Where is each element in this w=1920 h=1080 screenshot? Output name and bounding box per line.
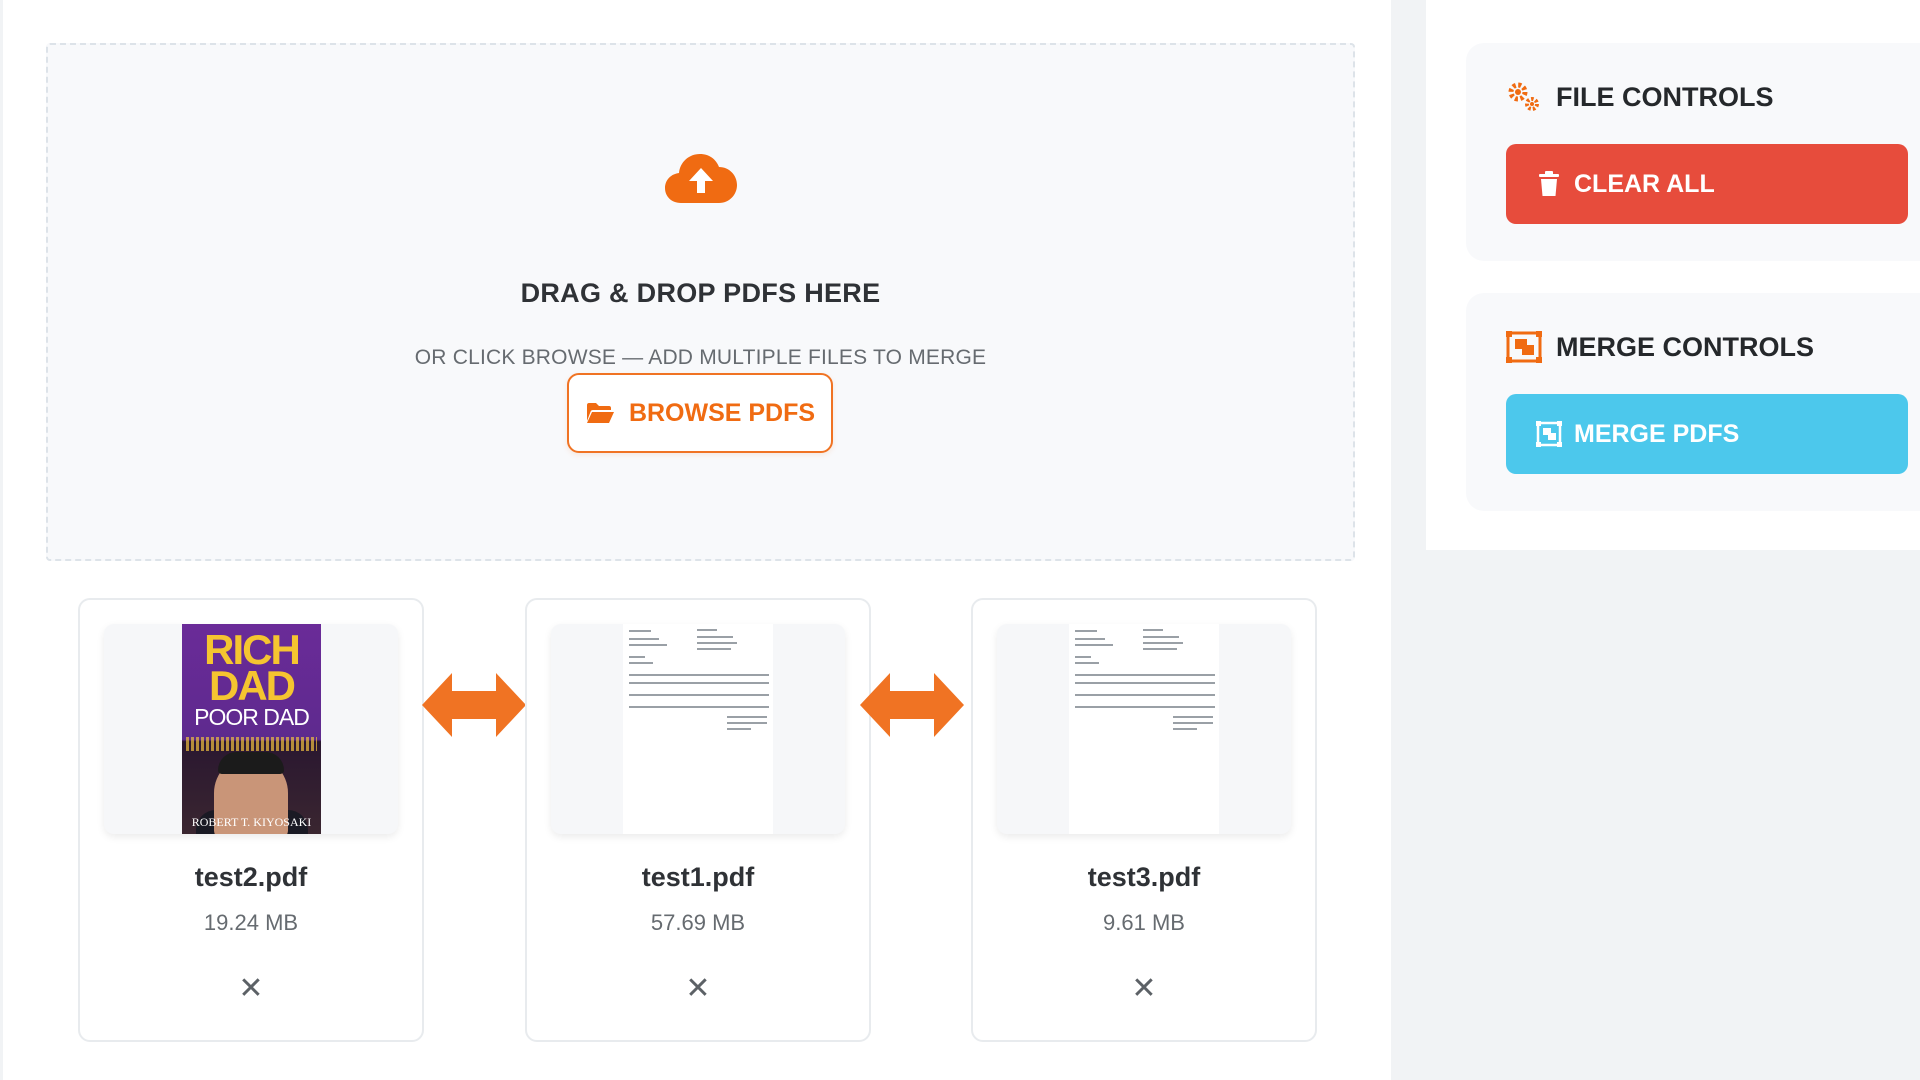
- merge-controls-card: MERGE CONTROLS MERGE PDFS: [1466, 293, 1920, 511]
- file-thumbnail: RICH DAD POOR DAD ROBERT T. KIYOSAKI: [104, 624, 398, 834]
- clear-all-label: CLEAR ALL: [1574, 169, 1715, 198]
- dropzone-title: DRAG & DROP PDFS HERE: [520, 278, 881, 308]
- swap-arrow-icon[interactable]: [860, 673, 964, 737]
- remove-file-button[interactable]: ✕: [678, 968, 718, 1008]
- dropzone[interactable]: DRAG & DROP PDFS HERE OR CLICK BROWSE — …: [46, 43, 1355, 561]
- cogs-icon: [1508, 82, 1539, 111]
- file-size: 19.24 MB: [203, 910, 299, 935]
- document-page-preview: [623, 624, 773, 834]
- cloud-upload-icon: [665, 154, 737, 203]
- file-thumbnail: [997, 624, 1291, 834]
- main-panel: DRAG & DROP PDFS HERE OR CLICK BROWSE — …: [3, 0, 1391, 1080]
- book-cover-image: RICH DAD POOR DAD ROBERT T. KIYOSAKI: [182, 624, 321, 834]
- object-group-icon: [1536, 421, 1562, 447]
- merge-pdfs-button[interactable]: MERGE PDFS: [1506, 394, 1908, 474]
- file-name: test3.pdf: [1087, 862, 1201, 892]
- file-thumbnail: [551, 624, 845, 834]
- cover-title: DAD: [209, 662, 296, 709]
- file-name: test1.pdf: [641, 862, 755, 892]
- trash-icon: [1539, 171, 1559, 196]
- file-controls-title: FILE CONTROLS: [1506, 81, 1774, 113]
- remove-file-button[interactable]: ✕: [231, 968, 271, 1008]
- file-size: 57.69 MB: [650, 910, 746, 935]
- merge-controls-label: MERGE CONTROLS: [1556, 331, 1815, 362]
- file-card[interactable]: RICH DAD POOR DAD ROBERT T. KIYOSAKI test…: [78, 598, 424, 1042]
- cover-subtitle: POOR DAD: [194, 704, 310, 730]
- file-card[interactable]: test3.pdf 9.61 MB ✕: [971, 598, 1317, 1042]
- file-name: test2.pdf: [194, 862, 308, 892]
- file-controls-card: FILE CONTROLS CLEAR ALL: [1466, 43, 1920, 261]
- object-group-icon: [1506, 331, 1542, 363]
- file-size: 9.61 MB: [1103, 910, 1185, 935]
- cover-author: ROBERT T. KIYOSAKI: [191, 815, 312, 829]
- folder-open-icon: [586, 403, 614, 423]
- file-card[interactable]: test1.pdf 57.69 MB ✕: [525, 598, 871, 1042]
- merge-pdfs-label: MERGE PDFS: [1574, 419, 1740, 448]
- side-panel: FILE CONTROLS CLEAR ALL MERGE CONTROLS M…: [1426, 0, 1920, 550]
- file-controls-label: FILE CONTROLS: [1556, 81, 1774, 112]
- clear-all-button[interactable]: CLEAR ALL: [1506, 144, 1908, 224]
- remove-file-button[interactable]: ✕: [1124, 968, 1164, 1008]
- browse-pdfs-button[interactable]: BROWSE PDFS: [567, 373, 833, 453]
- document-page-preview: [1069, 624, 1219, 834]
- dropzone-subtitle: OR CLICK BROWSE — ADD MULTIPLE FILES TO …: [414, 346, 987, 369]
- browse-pdfs-label: BROWSE PDFS: [628, 398, 816, 427]
- swap-arrow-icon[interactable]: [422, 673, 526, 737]
- merge-controls-title: MERGE CONTROLS: [1506, 331, 1814, 363]
